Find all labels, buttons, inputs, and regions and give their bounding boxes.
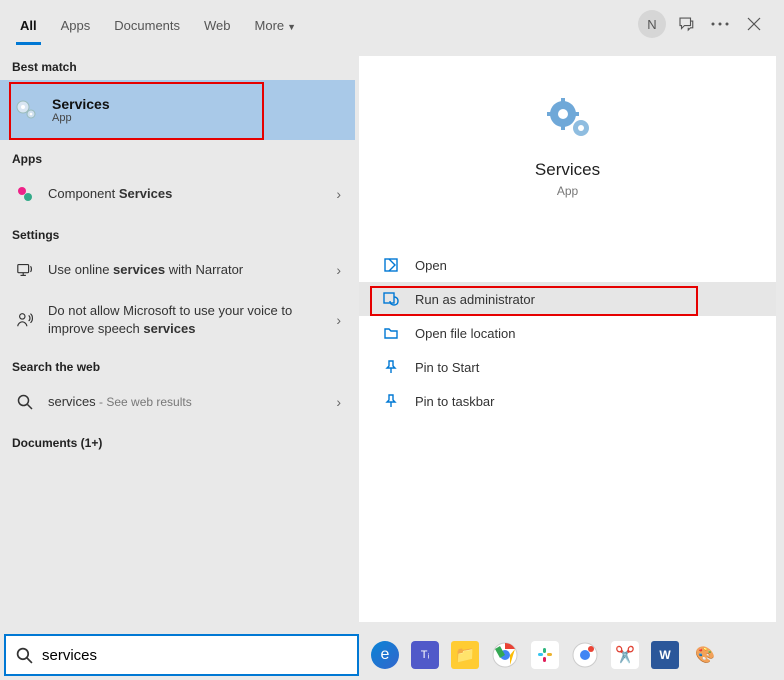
taskbar-chrome-icon[interactable]	[491, 641, 519, 669]
apps-header: Apps	[0, 140, 355, 172]
action-open[interactable]: Open	[359, 248, 776, 282]
best-match-result[interactable]: Services App	[0, 80, 355, 140]
taskbar-edge-icon[interactable]: e	[371, 641, 399, 669]
details-panel: Services App Open Run as administrator	[359, 56, 776, 622]
result-label: Use online services with Narrator	[48, 261, 336, 279]
action-label: Pin to Start	[415, 360, 479, 375]
action-open-file-location[interactable]: Open file location	[359, 316, 776, 350]
taskbar-explorer-icon[interactable]: 📁	[451, 641, 479, 669]
taskbar-teams-icon[interactable]: Tᵢ	[411, 641, 439, 669]
result-component-services[interactable]: Component Services ›	[0, 172, 355, 216]
action-pin-to-taskbar[interactable]: Pin to taskbar	[359, 384, 776, 418]
taskbar-word-icon[interactable]: W	[651, 641, 679, 669]
action-label: Pin to taskbar	[415, 394, 495, 409]
pin-icon	[381, 359, 401, 375]
taskbar-paint-icon[interactable]: 🎨	[691, 641, 719, 669]
chevron-right-icon: ›	[336, 262, 341, 278]
action-list: Open Run as administrator Open file loca…	[359, 248, 776, 418]
tab-all[interactable]: All	[8, 4, 49, 45]
taskbar-snip-icon[interactable]: ✂️	[611, 641, 639, 669]
web-header: Search the web	[0, 348, 355, 380]
pin-icon	[381, 393, 401, 409]
details-title: Services	[359, 160, 776, 180]
taskbar-app-icon[interactable]	[571, 641, 599, 669]
chevron-down-icon: ▼	[287, 22, 296, 32]
result-label: Do not allow Microsoft to use your voice…	[48, 302, 336, 338]
search-icon	[6, 647, 42, 664]
result-web-search[interactable]: services - See web results ›	[0, 380, 355, 424]
tab-more[interactable]: More▼	[243, 4, 309, 45]
action-label: Open	[415, 258, 447, 273]
gears-icon	[14, 98, 38, 122]
chevron-right-icon: ›	[336, 394, 341, 410]
search-tabs: All Apps Documents Web More▼ N	[0, 0, 784, 48]
tab-apps[interactable]: Apps	[49, 4, 103, 45]
action-run-as-admin[interactable]: Run as administrator	[359, 282, 776, 316]
tab-web[interactable]: Web	[192, 4, 243, 45]
feedback-icon[interactable]	[672, 10, 700, 38]
tab-documents[interactable]: Documents	[102, 4, 192, 45]
results-panel: Best match Services App Apps Component S…	[0, 48, 355, 630]
chevron-right-icon: ›	[336, 186, 341, 202]
services-large-icon	[359, 96, 776, 144]
search-box[interactable]	[4, 634, 359, 676]
result-label: Component Services	[48, 185, 336, 203]
result-label: services - See web results	[48, 393, 336, 411]
more-icon[interactable]	[706, 10, 734, 38]
speech-icon	[14, 311, 36, 329]
chevron-right-icon: ›	[336, 312, 341, 328]
search-icon	[14, 394, 36, 410]
settings-header: Settings	[0, 216, 355, 248]
action-pin-to-start[interactable]: Pin to Start	[359, 350, 776, 384]
user-avatar[interactable]: N	[638, 10, 666, 38]
shield-icon	[381, 291, 401, 307]
documents-header: Documents (1+)	[0, 424, 355, 456]
close-icon[interactable]	[740, 10, 768, 38]
action-label: Run as administrator	[415, 292, 535, 307]
taskbar-slack-icon[interactable]	[531, 641, 559, 669]
best-match-subtitle: App	[52, 112, 110, 124]
search-input[interactable]	[42, 636, 241, 674]
best-match-title: Services	[52, 96, 110, 112]
taskbar: e Tᵢ 📁 ✂️ W 🎨	[359, 630, 784, 680]
result-speech-services[interactable]: Do not allow Microsoft to use your voice…	[0, 292, 355, 348]
action-label: Open file location	[415, 326, 515, 341]
app-icon	[14, 185, 36, 203]
best-match-header: Best match	[0, 48, 355, 80]
narrator-icon	[14, 261, 36, 279]
result-narrator-services[interactable]: Use online services with Narrator ›	[0, 248, 355, 292]
bottom-bar: e Tᵢ 📁 ✂️ W 🎨	[0, 630, 784, 680]
details-subtitle: App	[359, 184, 776, 198]
open-icon	[381, 257, 401, 273]
folder-icon	[381, 325, 401, 341]
